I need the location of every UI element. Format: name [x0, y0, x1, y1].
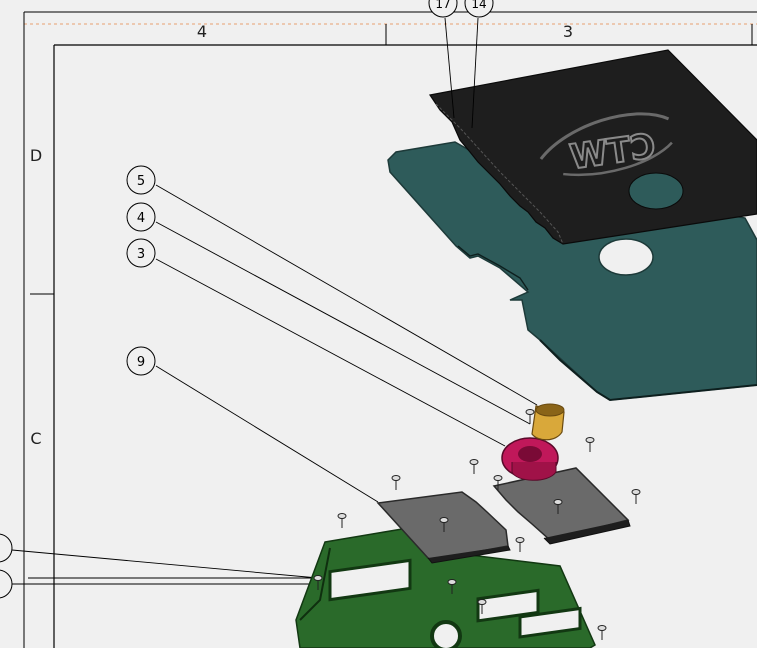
balloon-14-label: 14: [471, 0, 486, 11]
balloon-9[interactable]: 9: [126, 346, 156, 376]
balloon-9-label: 9: [137, 355, 145, 370]
zone-row-d: D: [30, 146, 42, 165]
cad-drawing-canvas[interactable]: 4 3 D C CTW 17 14 5 4 3 9: [0, 0, 757, 648]
teal-plate-hole: [598, 238, 654, 276]
top-cover-hole: [628, 172, 684, 210]
balloon-3[interactable]: 3: [126, 238, 156, 268]
balloon-4[interactable]: 4: [126, 202, 156, 232]
balloon-4-label: 4: [137, 211, 145, 226]
balloon-17-label: 17: [435, 0, 450, 11]
base-center-hole: [430, 620, 462, 648]
zone-column-3: 3: [563, 22, 573, 41]
balloon-5[interactable]: 5: [126, 165, 156, 195]
zone-row-c: C: [30, 429, 41, 448]
zone-column-4: 4: [197, 22, 207, 41]
balloon-3-label: 3: [137, 247, 145, 262]
balloon-5-label: 5: [137, 174, 145, 189]
bushing-part[interactable]: [531, 403, 565, 441]
